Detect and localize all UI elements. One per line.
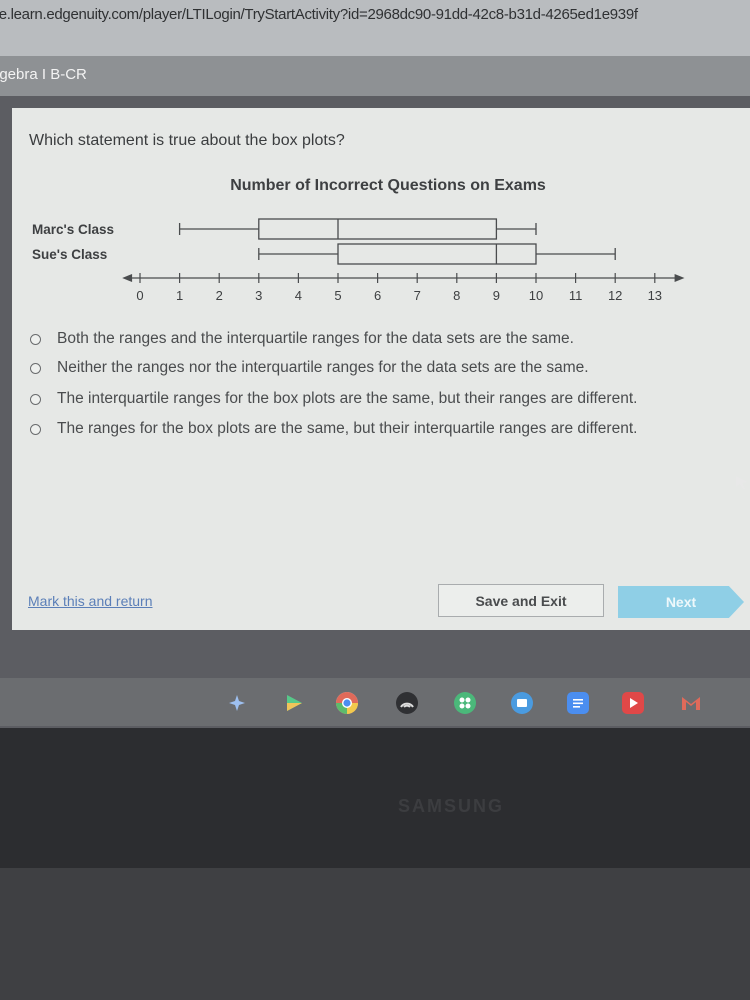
tick-label-4: 4 — [295, 288, 302, 303]
files-icon[interactable] — [511, 692, 533, 714]
tick-label-7: 7 — [414, 288, 421, 303]
mouse-cursor-icon — [736, 476, 747, 489]
course-header: lgebra I B-CR — [0, 56, 750, 96]
screen-bezel — [0, 728, 750, 868]
tick-label-13: 13 — [648, 288, 662, 303]
radio-button-4[interactable] — [30, 423, 41, 435]
gmail-icon[interactable] — [680, 692, 702, 714]
iqr-box-2 — [337, 243, 537, 265]
box-plot-2: Sue's Class — [32, 243, 616, 265]
course-title: lgebra I B-CR — [0, 66, 87, 83]
answer-option-1-text: Both the ranges and the interquartile ra… — [57, 330, 574, 347]
tick-label-8: 8 — [453, 288, 460, 303]
box-plot-1: Marc's Class — [32, 218, 537, 240]
answer-option-1[interactable]: Both the ranges and the interquartile ra… — [30, 330, 574, 348]
next-button[interactable]: Next — [618, 586, 744, 618]
radio-button-1[interactable] — [30, 333, 41, 345]
tick-label-12: 12 — [608, 288, 622, 303]
answer-option-2[interactable]: Neither the ranges nor the interquartile… — [30, 359, 589, 377]
answer-option-3[interactable]: The interquartile ranges for the box plo… — [30, 390, 637, 408]
axis-arrow-right — [674, 274, 685, 282]
tick-label-11: 11 — [569, 288, 583, 303]
question-panel: Which statement is true about the box pl… — [12, 108, 750, 630]
tick-label-0: 0 — [136, 288, 143, 303]
tick-label-9: 9 — [493, 288, 500, 303]
play-store-icon[interactable] — [283, 692, 305, 714]
browser-address-bar[interactable]: re.learn.edgenuity.com/player/LTILogin/T… — [0, 0, 750, 56]
series-label-1: Marc's Class — [32, 222, 114, 237]
device-brand-label: SAMSUNG — [398, 796, 505, 816]
radio-button-2[interactable] — [30, 362, 41, 374]
answer-option-2-text: Neither the ranges nor the interquartile… — [57, 359, 589, 376]
assistant-icon[interactable] — [226, 692, 248, 714]
radio-button-3[interactable] — [30, 393, 41, 405]
url-text: re.learn.edgenuity.com/player/LTILogin/T… — [0, 5, 638, 23]
chrome-icon[interactable] — [336, 692, 358, 714]
answer-option-4[interactable]: The ranges for the box plots are the sam… — [30, 420, 637, 438]
tick-label-2: 2 — [216, 288, 223, 303]
answer-option-4-text: The ranges for the box plots are the sam… — [57, 420, 638, 437]
podcast-icon[interactable] — [396, 692, 418, 714]
save-and-exit-button[interactable]: Save and Exit — [438, 584, 604, 617]
series-label-2: Sue's Class — [32, 247, 107, 262]
apps-grid-icon[interactable] — [454, 692, 476, 714]
number-line-axis: 0 1 2 3 4 5 6 7 8 9 10 11 12 13 — [122, 273, 685, 303]
tick-label-1: 1 — [176, 288, 183, 303]
docs-icon[interactable] — [567, 692, 589, 714]
youtube-icon[interactable] — [622, 692, 644, 714]
tick-label-6: 6 — [374, 288, 381, 303]
device-body — [0, 868, 750, 1000]
axis-arrow-left — [122, 274, 133, 282]
answer-option-3-text: The interquartile ranges for the box plo… — [57, 390, 638, 407]
tick-label-10: 10 — [529, 288, 543, 303]
iqr-box-1 — [258, 218, 498, 240]
tick-label-3: 3 — [255, 288, 262, 303]
box-plot-chart: Number of Incorrect Questions on Exams M… — [32, 177, 685, 303]
tick-label-5: 5 — [334, 288, 341, 303]
mark-and-return-link[interactable]: Mark this and return — [28, 593, 153, 609]
chart-title: Number of Incorrect Questions on Exams — [230, 177, 546, 194]
